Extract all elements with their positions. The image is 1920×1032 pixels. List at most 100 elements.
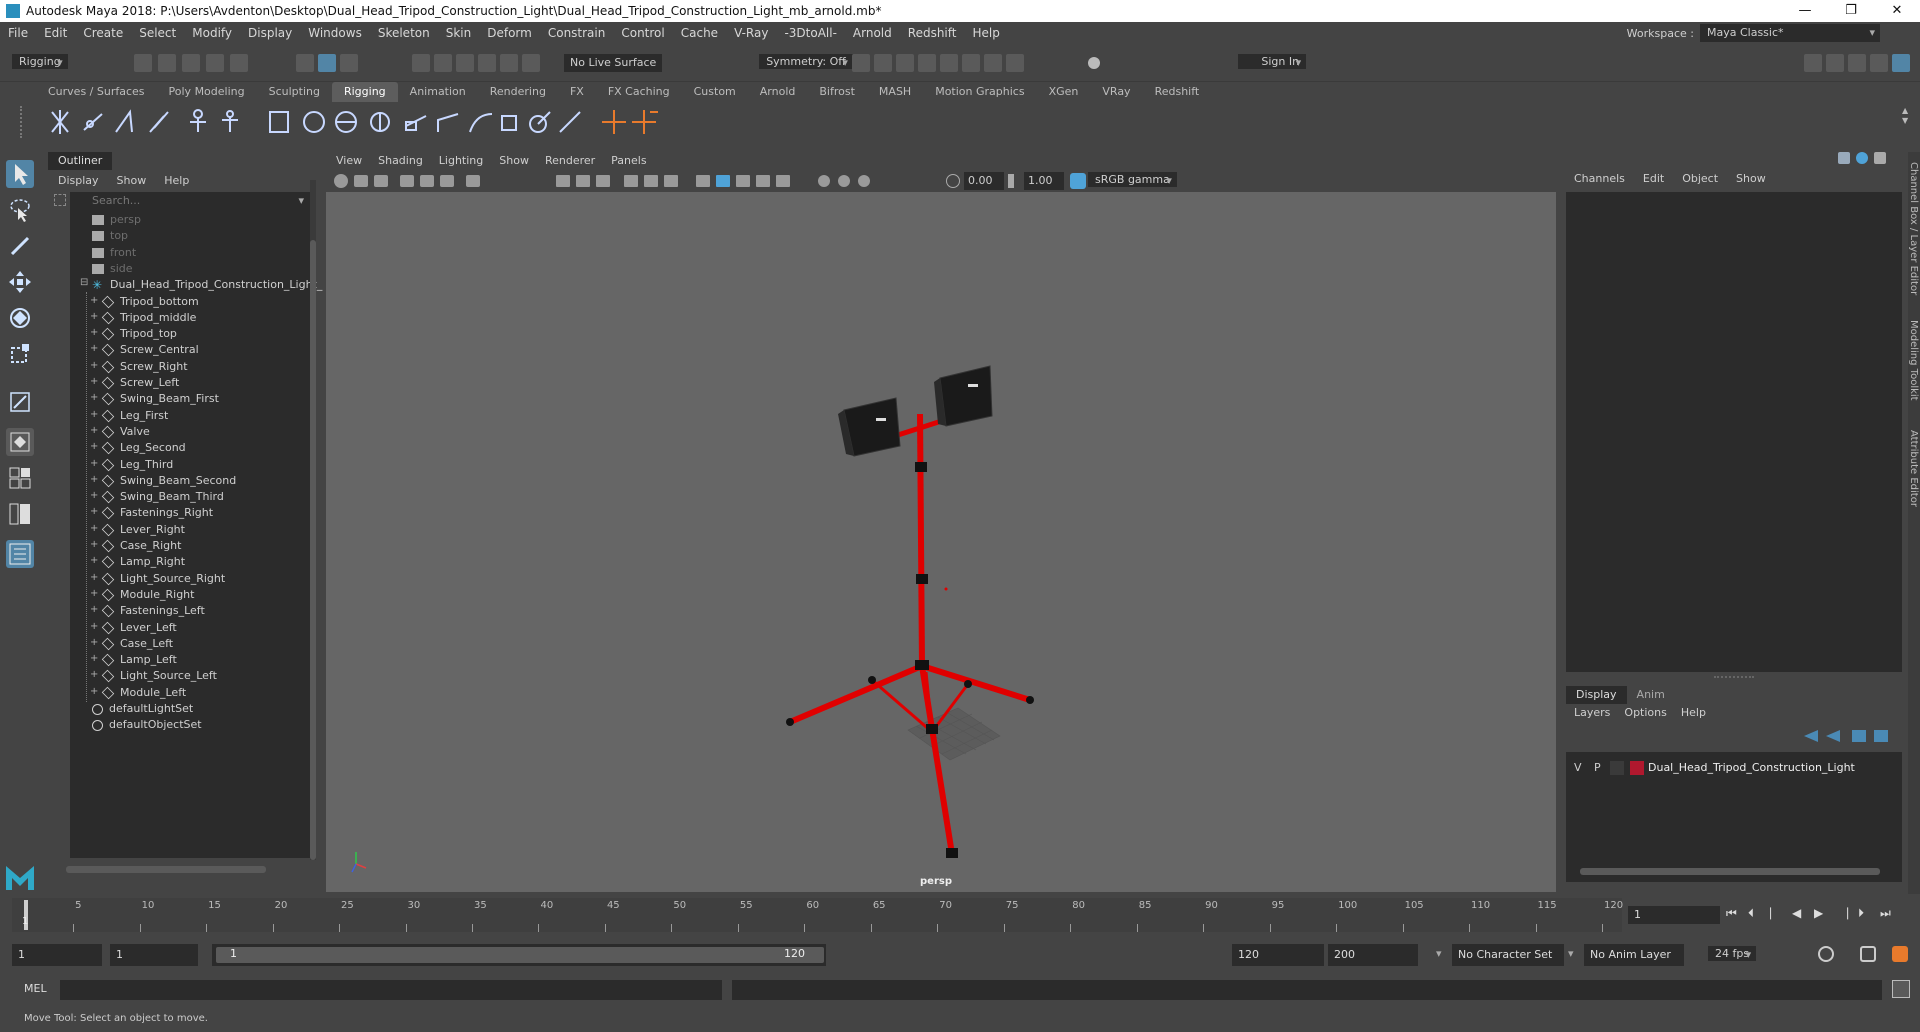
expand-plus-icon[interactable]: +	[90, 474, 98, 485]
shelf-menu-handle[interactable]	[20, 106, 28, 138]
script-language-label[interactable]: MEL	[24, 982, 47, 995]
shelf-tab-arnold[interactable]: Arnold	[748, 82, 808, 102]
layer-editor-menu-options[interactable]: Options	[1624, 706, 1666, 719]
outliner-layout-icon[interactable]	[6, 540, 34, 568]
resolution-gate-icon[interactable]	[596, 175, 610, 187]
insert-joint-icon[interactable]	[149, 111, 169, 133]
expand-collapse-icon[interactable]: ⊟	[80, 277, 88, 288]
view-transform-dropdown[interactable]: sRGB gamma	[1088, 172, 1177, 187]
channel-box-side-tab[interactable]: Channel Box / Layer Editor	[1908, 162, 1919, 295]
render-view-icon[interactable]	[874, 54, 892, 72]
expand-plus-icon[interactable]: +	[90, 637, 98, 648]
lattice-icon[interactable]	[405, 115, 427, 131]
snap-live-icon[interactable]	[522, 54, 540, 72]
step-back-key-icon[interactable]: ⏴	[1748, 906, 1754, 921]
step-forward-frame-icon[interactable]: ⎹	[1836, 906, 1848, 921]
snap-projected-icon[interactable]	[478, 54, 496, 72]
paint-weights-icon[interactable]	[335, 111, 357, 133]
frame-selected-icon[interactable]	[440, 175, 454, 187]
use-all-lights-icon[interactable]	[776, 175, 790, 187]
panel-splitter-handle[interactable]	[1714, 676, 1754, 682]
range-slider-handle[interactable]	[216, 947, 824, 963]
step-back-frame-icon[interactable]: ⎸	[1770, 906, 1782, 921]
fps-dropdown[interactable]: 24 fps	[1708, 946, 1757, 961]
outliner-menu-show[interactable]: Show	[117, 174, 147, 187]
expand-plus-icon[interactable]: +	[90, 327, 98, 338]
expand-plus-icon[interactable]: +	[90, 506, 98, 517]
channel-box-area[interactable]	[1566, 192, 1902, 672]
attribute-editor-toggle-icon[interactable]	[1826, 54, 1844, 72]
aim-constraint-icon[interactable]	[529, 111, 551, 133]
outliner-tab[interactable]: Outliner	[48, 152, 113, 170]
select-tool-icon[interactable]	[6, 160, 34, 188]
menu-skeleton[interactable]: Skeleton	[370, 26, 438, 40]
new-scene-icon[interactable]	[134, 54, 152, 72]
last-tool-icon[interactable]	[6, 388, 34, 416]
viewport-menu-panels[interactable]: Panels	[611, 152, 646, 170]
new-layer-from-selection-icon[interactable]	[1874, 730, 1888, 742]
character-set-menu-icon[interactable]: ▾	[1436, 947, 1442, 960]
rotate-tool-icon[interactable]	[6, 304, 34, 332]
menu-select[interactable]: Select	[131, 26, 184, 40]
paint-select-tool-icon[interactable]	[6, 232, 34, 260]
expand-plus-icon[interactable]: +	[90, 686, 98, 697]
field-chart-icon[interactable]	[644, 175, 658, 187]
open-scene-icon[interactable]	[158, 54, 176, 72]
pause-viewport-icon[interactable]	[1006, 54, 1024, 72]
single-perspective-layout-icon[interactable]	[6, 428, 34, 456]
time-slider[interactable]: 1 5 10 15 20 25 30 35 40 45 50 55 60 65 70 75 80 85 90 95 1…	[12, 898, 1623, 932]
layer-editor-tab-anim[interactable]: Anim	[1627, 686, 1675, 704]
sign-in-button[interactable]: Sign In	[1238, 54, 1307, 69]
layer-editor-menu-help[interactable]: Help	[1681, 706, 1706, 719]
ik-spline-icon[interactable]	[115, 109, 133, 133]
character-set-field[interactable]: No Character Set	[1452, 944, 1564, 966]
wireframe-on-shaded-icon[interactable]	[736, 175, 750, 187]
range-slider[interactable]: 1 120	[212, 944, 826, 966]
command-input[interactable]	[60, 980, 722, 1000]
camera-attributes-icon[interactable]	[354, 175, 368, 187]
shelf-scroll-arrows[interactable]: ▲ ▼	[1902, 106, 1910, 138]
shelf-tab-curves-surfaces[interactable]: Curves / Surfaces	[36, 82, 157, 102]
menu-windows[interactable]: Windows	[300, 26, 370, 40]
expand-plus-icon[interactable]: +	[90, 555, 98, 566]
select-component-icon[interactable]	[340, 54, 358, 72]
menu-deform[interactable]: Deform	[479, 26, 540, 40]
expand-plus-icon[interactable]: +	[90, 490, 98, 501]
layer-horizontal-scrollbar[interactable]	[1570, 866, 1898, 876]
film-gate-icon[interactable]	[576, 175, 590, 187]
locator-icon[interactable]	[602, 110, 626, 134]
pin-icon[interactable]	[1838, 152, 1850, 164]
point-constraint-icon[interactable]	[437, 113, 459, 132]
layer-hscroll-thumb[interactable]	[1580, 868, 1880, 875]
smooth-bind-icon[interactable]	[269, 111, 289, 133]
step-forward-key-icon[interactable]: ⏵	[1858, 906, 1864, 921]
shelf-tab-vray[interactable]: VRay	[1090, 82, 1142, 102]
expand-plus-icon[interactable]: +	[90, 621, 98, 632]
tripod-light-model[interactable]	[326, 192, 1556, 892]
orient-constraint-icon[interactable]	[469, 113, 493, 133]
human-ik-icon[interactable]	[222, 110, 238, 132]
cluster-icon[interactable]	[370, 112, 390, 132]
expand-plus-icon[interactable]: +	[90, 653, 98, 664]
channel-box-menu-show[interactable]: Show	[1736, 172, 1766, 185]
loop-icon[interactable]	[1818, 946, 1834, 962]
help-icon[interactable]	[1856, 152, 1868, 164]
channel-box-menu-object[interactable]: Object	[1682, 172, 1718, 185]
expand-plus-icon[interactable]: +	[90, 588, 98, 599]
shelf-tab-fx[interactable]: FX	[558, 82, 596, 102]
textured-icon[interactable]	[756, 175, 770, 187]
viewport-3d-canvas[interactable]: persp	[326, 192, 1556, 892]
tool-settings-toggle-icon[interactable]	[1848, 54, 1866, 72]
menu-3dtoall[interactable]: -3DtoAll-	[776, 26, 844, 40]
parent-constraint-icon[interactable]	[632, 110, 658, 134]
outliner-scroll-thumb[interactable]	[310, 240, 316, 860]
render-setup-icon[interactable]	[962, 54, 980, 72]
expand-plus-icon[interactable]: +	[90, 604, 98, 615]
layer-editor-menu-layers[interactable]: Layers	[1574, 706, 1610, 719]
layer-visibility-toggle[interactable]: V	[1574, 758, 1582, 778]
ipr-render-icon[interactable]	[918, 54, 936, 72]
four-view-layout-icon[interactable]	[6, 464, 34, 492]
modeling-toolkit-toggle-icon[interactable]	[1804, 54, 1822, 72]
expand-plus-icon[interactable]: +	[90, 539, 98, 550]
layer-color-swatch[interactable]	[1630, 761, 1644, 775]
